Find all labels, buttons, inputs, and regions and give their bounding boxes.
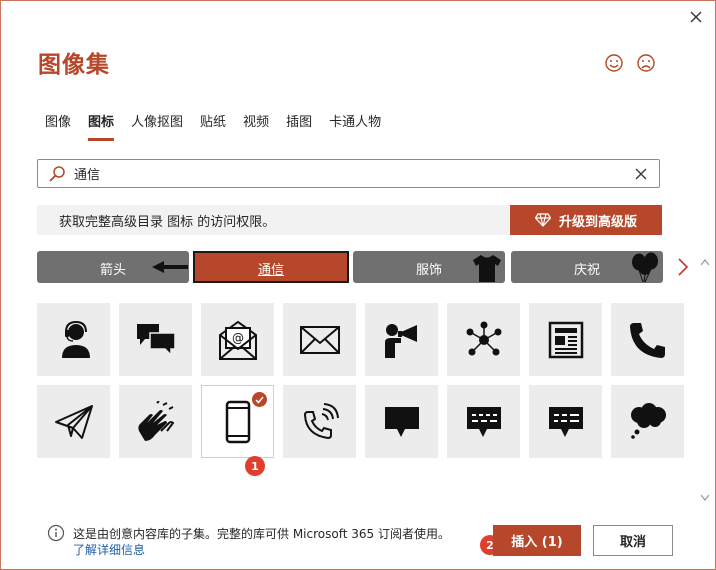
- upgrade-button[interactable]: 升级到高级版: [510, 205, 662, 235]
- icon-tile-phone-handset[interactable]: [611, 303, 684, 376]
- icon-tile-typing-bubble-2[interactable]: [529, 385, 602, 458]
- insert-button[interactable]: 插入 (1): [493, 525, 581, 556]
- typing-bubble-2-icon: [548, 406, 583, 437]
- checkmark-icon: [255, 396, 264, 404]
- icon-tile-sign-language[interactable]: [119, 385, 192, 458]
- search-input[interactable]: [66, 165, 633, 182]
- icon-tile-chat-bubbles[interactable]: [119, 303, 192, 376]
- tab-images[interactable]: 图像: [45, 111, 71, 141]
- icon-tile-thought-bubble[interactable]: [611, 385, 684, 458]
- tab-illustrations[interactable]: 插图: [286, 111, 312, 141]
- step-badge-1: 1: [245, 456, 265, 476]
- premium-promo-text: 获取完整高级目录 图标 的访问权限。: [37, 205, 509, 235]
- sign-language-icon: [137, 400, 174, 441]
- close-icon: [690, 11, 702, 23]
- learn-more-link[interactable]: 了解详细信息: [73, 541, 145, 558]
- thought-bubble-icon: [630, 402, 666, 439]
- tab-icons[interactable]: 图标: [88, 111, 115, 141]
- clear-search-icon[interactable]: [633, 166, 649, 182]
- chat-bubbles-icon: [136, 323, 176, 357]
- network-icon: [466, 321, 501, 355]
- category-celebration[interactable]: 庆祝: [511, 251, 663, 283]
- icon-tile-speech-bubble[interactable]: [365, 385, 438, 458]
- diamond-icon: [534, 213, 551, 227]
- subset-info-text: 这是由创意内容库的子集。完整的库可供 Microsoft 365 订阅者使用。: [73, 527, 450, 541]
- email-envelope-icon: @: [218, 320, 257, 360]
- icon-tile-headset-user[interactable]: [37, 303, 110, 376]
- category-arrows[interactable]: 箭头: [37, 251, 189, 283]
- icon-tile-phone-ringing[interactable]: [283, 385, 356, 458]
- icon-tile-newspaper[interactable]: [529, 303, 602, 376]
- smile-icon[interactable]: [604, 53, 624, 73]
- headset-user-icon: [61, 320, 90, 358]
- icon-tile-email-envelope[interactable]: @: [201, 303, 274, 376]
- cancel-button[interactable]: 取消: [593, 525, 673, 556]
- chevron-right-icon[interactable]: [673, 255, 693, 279]
- balloons-icon: [632, 252, 658, 283]
- speech-bubble-icon: [384, 406, 419, 437]
- icon-collection-dialog: 图像集 图像 图标 人像抠图 贴纸 视频 插图 卡通人物 获取完整高级目录 图标…: [0, 0, 716, 570]
- search-icon: [49, 165, 65, 182]
- phone-ringing-icon: [303, 402, 339, 439]
- tab-videos[interactable]: 视频: [243, 111, 269, 141]
- tshirt-icon: [473, 255, 501, 282]
- tab-cartoon-people[interactable]: 卡通人物: [329, 111, 381, 141]
- icon-tile-typing-bubble[interactable]: [447, 385, 520, 458]
- icon-tile-paper-plane[interactable]: [37, 385, 110, 458]
- newspaper-icon: [548, 321, 583, 358]
- frown-icon[interactable]: [636, 53, 656, 73]
- upgrade-label: 升级到高级版: [558, 214, 637, 230]
- category-clothing[interactable]: 服饰: [353, 251, 505, 283]
- icon-tile-smartphone[interactable]: [201, 385, 274, 458]
- category-label: 通信: [257, 263, 284, 278]
- tab-bar: 图像 图标 人像抠图 贴纸 视频 插图 卡通人物: [45, 111, 398, 141]
- phone-handset-icon: [629, 322, 665, 358]
- paper-plane-icon: [54, 404, 93, 439]
- close-button[interactable]: [685, 6, 707, 28]
- icon-tile-megaphone-person[interactable]: [365, 303, 438, 376]
- tab-cutout-people[interactable]: 人像抠图: [131, 111, 183, 141]
- selected-check-badge: [252, 392, 267, 407]
- icon-tile-envelope[interactable]: [283, 303, 356, 376]
- megaphone-person-icon: [384, 323, 417, 358]
- category-communication[interactable]: 通信: [193, 251, 349, 283]
- icon-tile-network[interactable]: [447, 303, 520, 376]
- scrollbar[interactable]: [699, 257, 711, 503]
- tab-stickers[interactable]: 贴纸: [200, 111, 226, 141]
- typing-bubble-icon: [466, 406, 501, 437]
- dialog-title: 图像集: [38, 52, 110, 78]
- envelope-icon: [299, 325, 340, 354]
- arrow-left-icon: [152, 261, 188, 273]
- smartphone-icon: [225, 400, 250, 443]
- search-box: [37, 159, 660, 188]
- svg-text:@: @: [232, 331, 244, 345]
- info-icon: [47, 524, 65, 542]
